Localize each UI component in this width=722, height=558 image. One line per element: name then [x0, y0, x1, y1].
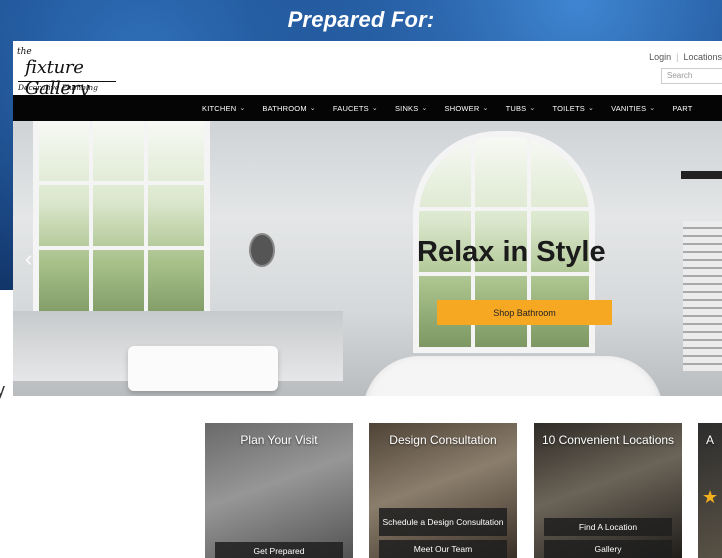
feature-cards: Plan Your Visit Get Prepared Design Cons…: [13, 396, 722, 558]
schedule-consultation-button[interactable]: Schedule a Design Consultation: [379, 508, 507, 536]
logo[interactable]: the fixture Gallery Decorative Plumbing: [17, 47, 137, 99]
website-screenshot: the fixture Gallery Decorative Plumbing …: [13, 41, 722, 558]
hero-headline: Relax in Style: [417, 236, 606, 268]
left-fragment-text: y: [0, 380, 5, 400]
site-header: the fixture Gallery Decorative Plumbing …: [13, 41, 722, 99]
main-nav: KITCHEN ⌄ BATHROOM ⌄ FAUCETS ⌄ SINKS ⌄ SHOWE…: [13, 95, 722, 121]
chevron-down-icon: ⌄: [309, 105, 316, 112]
hero-carousel: ‹ Relax in Style Shop Bathroom: [13, 121, 722, 396]
nav-item-toilets[interactable]: TOILETS ⌄: [552, 104, 594, 113]
login-link[interactable]: Login: [649, 52, 671, 62]
hero-shelf: [681, 171, 722, 179]
logo-name: fixture Gallery: [25, 57, 89, 99]
hero-window-left: [33, 121, 210, 327]
star-icon: ★: [702, 487, 719, 507]
nav-item-sinks[interactable]: SINKS ⌄: [395, 104, 428, 113]
find-location-button[interactable]: Find A Location: [544, 518, 672, 536]
logo-tagline: Decorative Plumbing: [18, 81, 116, 92]
chevron-down-icon: ⌄: [239, 105, 246, 112]
card-title: A: [706, 433, 715, 447]
logo-the: the: [17, 47, 32, 57]
nav-item-bathroom[interactable]: BATHROOM ⌄: [262, 104, 315, 113]
left-margin: y: [0, 290, 13, 558]
nav-item-faucets[interactable]: FAUCETS ⌄: [333, 104, 378, 113]
chevron-down-icon: ⌄: [371, 105, 378, 112]
card-design-consultation[interactable]: Design Consultation Schedule a Design Co…: [369, 423, 517, 558]
nav-item-parts[interactable]: PART: [672, 104, 692, 113]
card-title: Plan Your Visit: [240, 433, 318, 447]
nav-item-kitchen[interactable]: KITCHEN ⌄: [202, 104, 245, 113]
card-partial[interactable]: A ★: [698, 423, 722, 558]
card-title: 10 Convenient Locations: [541, 433, 675, 447]
chevron-down-icon: ⌄: [588, 105, 595, 112]
gallery-button[interactable]: Gallery: [544, 540, 672, 558]
carousel-prev-icon[interactable]: ‹: [25, 246, 32, 272]
prepared-for-banner: Prepared For:: [0, 0, 722, 40]
search-input[interactable]: Search: [661, 68, 722, 84]
get-prepared-button[interactable]: Get Prepared: [215, 542, 343, 558]
card-locations[interactable]: 10 Convenient Locations Find A Location …: [534, 423, 682, 558]
hero-towel-radiator: [683, 221, 722, 371]
hero-sink: [128, 346, 278, 391]
prepared-for-text: Prepared For:: [287, 7, 435, 32]
chevron-down-icon: ⌄: [649, 105, 656, 112]
chevron-down-icon: ⌄: [421, 105, 428, 112]
hero-mirror: [249, 233, 275, 267]
chevron-down-icon: ⌄: [529, 105, 536, 112]
nav-item-tubs[interactable]: TUBS ⌄: [506, 104, 536, 113]
link-separator: |: [676, 52, 679, 62]
chevron-down-icon: ⌄: [482, 105, 489, 112]
top-links: Login | Locations: [649, 52, 722, 62]
nav-item-vanities[interactable]: VANITIES ⌄: [611, 104, 655, 113]
card-plan-your-visit[interactable]: Plan Your Visit Get Prepared: [205, 423, 353, 558]
meet-our-team-button[interactable]: Meet Our Team: [379, 540, 507, 558]
hero-bathtub: [363, 356, 663, 396]
shop-bathroom-button[interactable]: Shop Bathroom: [437, 300, 612, 325]
nav-item-shower[interactable]: SHOWER ⌄: [445, 104, 489, 113]
card-title: Design Consultation: [389, 433, 497, 447]
locations-link[interactable]: Locations: [683, 52, 722, 62]
